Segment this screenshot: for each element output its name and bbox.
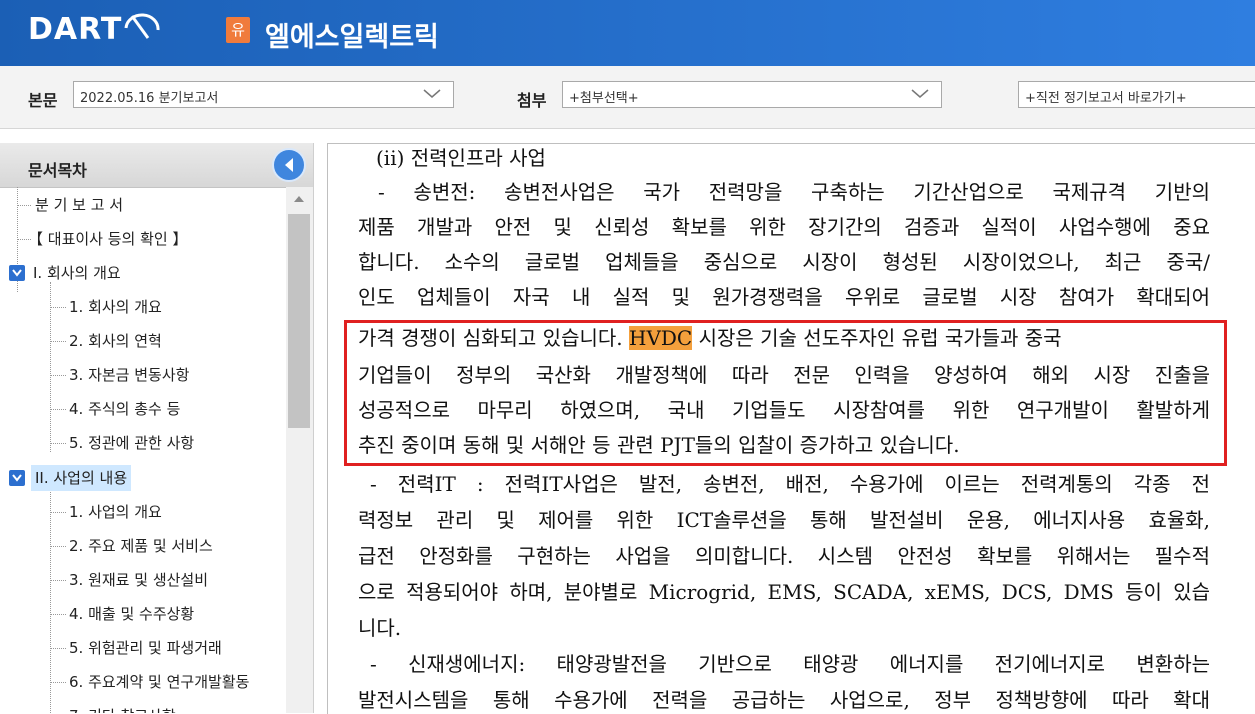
- tree-line: [50, 682, 66, 683]
- highlight-box-annotation: [344, 320, 1227, 466]
- body-label: 본문: [28, 91, 58, 110]
- chevron-down-icon: [911, 89, 929, 98]
- toc-item-risk-derivatives[interactable]: 5. 위험관리 및 파생거래: [69, 635, 222, 661]
- collapse-sidebar-button[interactable]: [272, 148, 306, 182]
- toc-item-other-references[interactable]: 7. 기타 참고사항: [69, 703, 176, 713]
- toc-title: 문서목차: [28, 161, 87, 180]
- toc-item-company-overview-section[interactable]: I. 회사의 개요: [33, 260, 121, 286]
- company-name: 엘에스일렉트릭: [265, 22, 439, 53]
- paragraph-line: 제품 개발과 안전 및 신뢰성 확보를 위한 장기간의 검증과 실적이 사업수행…: [358, 215, 1210, 239]
- tree-line: [50, 546, 66, 547]
- toc-header: 문서목차: [0, 143, 313, 188]
- toc-item-report-cover[interactable]: 분 기 보 고 서: [35, 192, 123, 218]
- document-viewer: (ii) 전력인프라 사업 - 송변전: 송변전사업은 국가 전력망을 구축하는…: [327, 143, 1255, 714]
- toc-item-materials-facilities[interactable]: 3. 원재료 및 생산설비: [69, 567, 208, 593]
- recent-report-value: +직전 정기보고서 바로가기+: [1025, 91, 1187, 106]
- toc-item-articles[interactable]: 5. 정관에 관한 사항: [69, 430, 194, 456]
- logo-swoosh-icon: [124, 13, 160, 39]
- toc-item-contracts-rnd[interactable]: 6. 주요계약 및 연구개발활동: [69, 669, 249, 695]
- paragraph-line: 니다.: [358, 616, 402, 640]
- attachment-value: +첨부선택+: [569, 91, 639, 106]
- toc-item-products-services[interactable]: 2. 주요 제품 및 서비스: [69, 533, 213, 559]
- expand-toggle-icon[interactable]: [9, 265, 25, 281]
- paragraph-line: 발전시스템을 통해 수용가에 전력을 공급하는 사업으로, 정부 정책방향에 따…: [358, 688, 1210, 712]
- toc-item-business-overview[interactable]: 1. 사업의 개요: [69, 499, 162, 525]
- tree-line: [50, 375, 66, 376]
- dart-logo[interactable]: DART: [28, 12, 122, 47]
- scroll-up-arrow-icon[interactable]: [293, 195, 305, 203]
- toc-item-company-history[interactable]: 2. 회사의 연혁: [69, 328, 162, 354]
- tree-line: [50, 409, 66, 410]
- section-heading: (ii) 전력인프라 사업: [376, 146, 546, 170]
- toc-item-business-section-selected[interactable]: II. 사업의 내용: [31, 465, 132, 491]
- paragraph-line: - 송변전: 송변전사업은 국가 전력망을 구축하는 기간산업으로 국제규격 기…: [378, 180, 1210, 204]
- paragraph-line: 합니다. 소수의 글로벌 업체들을 중심으로 시장이 형성된 시장이었으나, 최…: [358, 250, 1210, 274]
- tree-line: [50, 341, 66, 342]
- tree-line: [50, 580, 66, 581]
- tree-line: [50, 614, 66, 615]
- paragraph-line: 급전 안정화를 구현하는 사업을 의미합니다. 시스템 안전성 확보를 위해서는…: [358, 544, 1210, 568]
- attachment-select[interactable]: +첨부선택+: [562, 81, 942, 108]
- tree-line: [50, 443, 66, 444]
- tree-line: [17, 205, 31, 206]
- paragraph-line: 력정보 관리 및 제어를 위한 ICT솔루션을 통해 발전설비 운용, 에너지사…: [358, 508, 1210, 532]
- toc-item-capital-changes[interactable]: 3. 자본금 변동사항: [69, 362, 189, 388]
- tree-line: [50, 307, 66, 308]
- tree-line: [50, 512, 66, 513]
- chevron-left-icon: [285, 158, 293, 172]
- body-report-value: 2022.05.16 분기보고서: [80, 91, 219, 106]
- paragraph-line: 으로 적용되어야 하며, 분야별로 Microgrid, EMS, SCADA,…: [358, 580, 1210, 604]
- recent-report-select[interactable]: +직전 정기보고서 바로가기+: [1018, 81, 1255, 108]
- tree-line: [50, 648, 66, 649]
- document-control-bar: 본문 2022.05.16 분기보고서 첨부 +첨부선택+ +직전 정기보고서 …: [0, 66, 1255, 129]
- toc-tree: 분 기 보 고 서 【 대표이사 등의 확인 】 I. 회사의 개요 1. 회사…: [0, 187, 286, 713]
- toc-item-ceo-confirmation[interactable]: 【 대표이사 등의 확인 】: [28, 226, 187, 252]
- market-category-badge: 유: [226, 17, 250, 43]
- chevron-down-icon: [423, 89, 441, 98]
- toc-item-sales-orders[interactable]: 4. 매출 및 수주상황: [69, 601, 194, 627]
- paragraph-line: - 신재생에너지: 태양광발전을 기반으로 태양광 에너지를 전기에너지로 변환…: [370, 652, 1210, 676]
- expand-toggle-icon[interactable]: [9, 470, 25, 486]
- attachment-label: 첨부: [517, 91, 547, 110]
- table-of-contents-panel: 문서목차 분 기 보 고 서 【 대표이사 등의 확인 】 I. 회사의 개요 …: [0, 143, 314, 713]
- paragraph-line: 인도 업체들이 자국 내 실적 및 원가경쟁력을 우위로 글로벌 시장 참여가 …: [358, 285, 1210, 309]
- tree-line: [50, 487, 51, 713]
- toc-item-company-overview[interactable]: 1. 회사의 개요: [69, 294, 162, 320]
- body-report-select[interactable]: 2022.05.16 분기보고서: [73, 81, 454, 108]
- toc-item-total-shares[interactable]: 4. 주식의 총수 등: [69, 396, 180, 422]
- top-header: DART 유 엘에스일렉트릭: [0, 0, 1255, 66]
- scrollbar-thumb[interactable]: [288, 214, 310, 428]
- paragraph-line: - 전력IT : 전력IT사업은 발전, 송변전, 배전, 수용가에 이르는 전…: [370, 472, 1210, 496]
- toc-scrollbar[interactable]: [286, 187, 313, 713]
